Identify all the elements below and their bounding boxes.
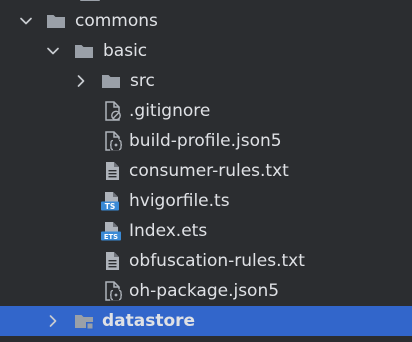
json5-file-icon — [105, 281, 123, 301]
tree-item-gitignore[interactable]: .gitignore — [0, 96, 412, 126]
tree-item-label: Index.ets — [129, 221, 208, 241]
tree-item-label: src — [130, 71, 155, 91]
tree-item-commons[interactable]: commons — [0, 6, 412, 36]
chevron-right-icon[interactable] — [74, 74, 88, 88]
folder-icon — [102, 75, 120, 88]
clipped-row-above — [78, 0, 134, 2]
tree-item-label: .gitignore — [129, 101, 211, 121]
tree-item-index-ets[interactable]: ETS Index.ets — [0, 216, 412, 246]
tree-item-consumer-rules[interactable]: consumer-rules.txt — [0, 156, 412, 186]
ets-file-icon: ETS — [101, 222, 121, 241]
tree-item-build-profile[interactable]: build-profile.json5 — [0, 126, 412, 156]
tree-item-basic[interactable]: basic — [0, 36, 412, 66]
module-folder-icon — [75, 315, 94, 330]
text-file-icon — [106, 162, 119, 180]
tree-item-label: build-profile.json5 — [129, 131, 282, 151]
json5-file-icon — [105, 131, 123, 151]
tree-item-label: basic — [103, 41, 148, 61]
chevron-down-icon[interactable] — [46, 44, 60, 58]
tree-item-label: oh-package.json5 — [129, 281, 280, 301]
text-file-icon — [106, 252, 119, 270]
tree-item-label: commons — [75, 11, 158, 31]
tree-item-oh-package[interactable]: oh-package.json5 — [0, 276, 412, 306]
gitignore-file-icon — [105, 101, 121, 121]
svg-text:TS: TS — [105, 202, 116, 211]
tree-item-label: obfuscation-rules.txt — [129, 251, 305, 271]
svg-text:ETS: ETS — [104, 233, 118, 241]
chevron-right-icon[interactable] — [46, 314, 60, 328]
tree-item-label: consumer-rules.txt — [129, 161, 289, 181]
folder-icon — [75, 45, 93, 58]
typescript-file-icon: TS — [101, 192, 119, 211]
tree-item-obfuscation-rules[interactable]: obfuscation-rules.txt — [0, 246, 412, 276]
tree-item-datastore[interactable]: datastore — [0, 306, 412, 336]
tree-item-label: datastore — [102, 311, 196, 331]
tree-item-label: hvigorfile.ts — [129, 191, 230, 211]
chevron-down-icon[interactable] — [19, 14, 33, 28]
tree-item-hvigorfile[interactable]: TS hvigorfile.ts — [0, 186, 412, 216]
tree-item-src[interactable]: src — [0, 66, 412, 96]
folder-icon — [47, 15, 65, 28]
project-tree: commons basic src .gitignore build-profi… — [0, 0, 412, 342]
